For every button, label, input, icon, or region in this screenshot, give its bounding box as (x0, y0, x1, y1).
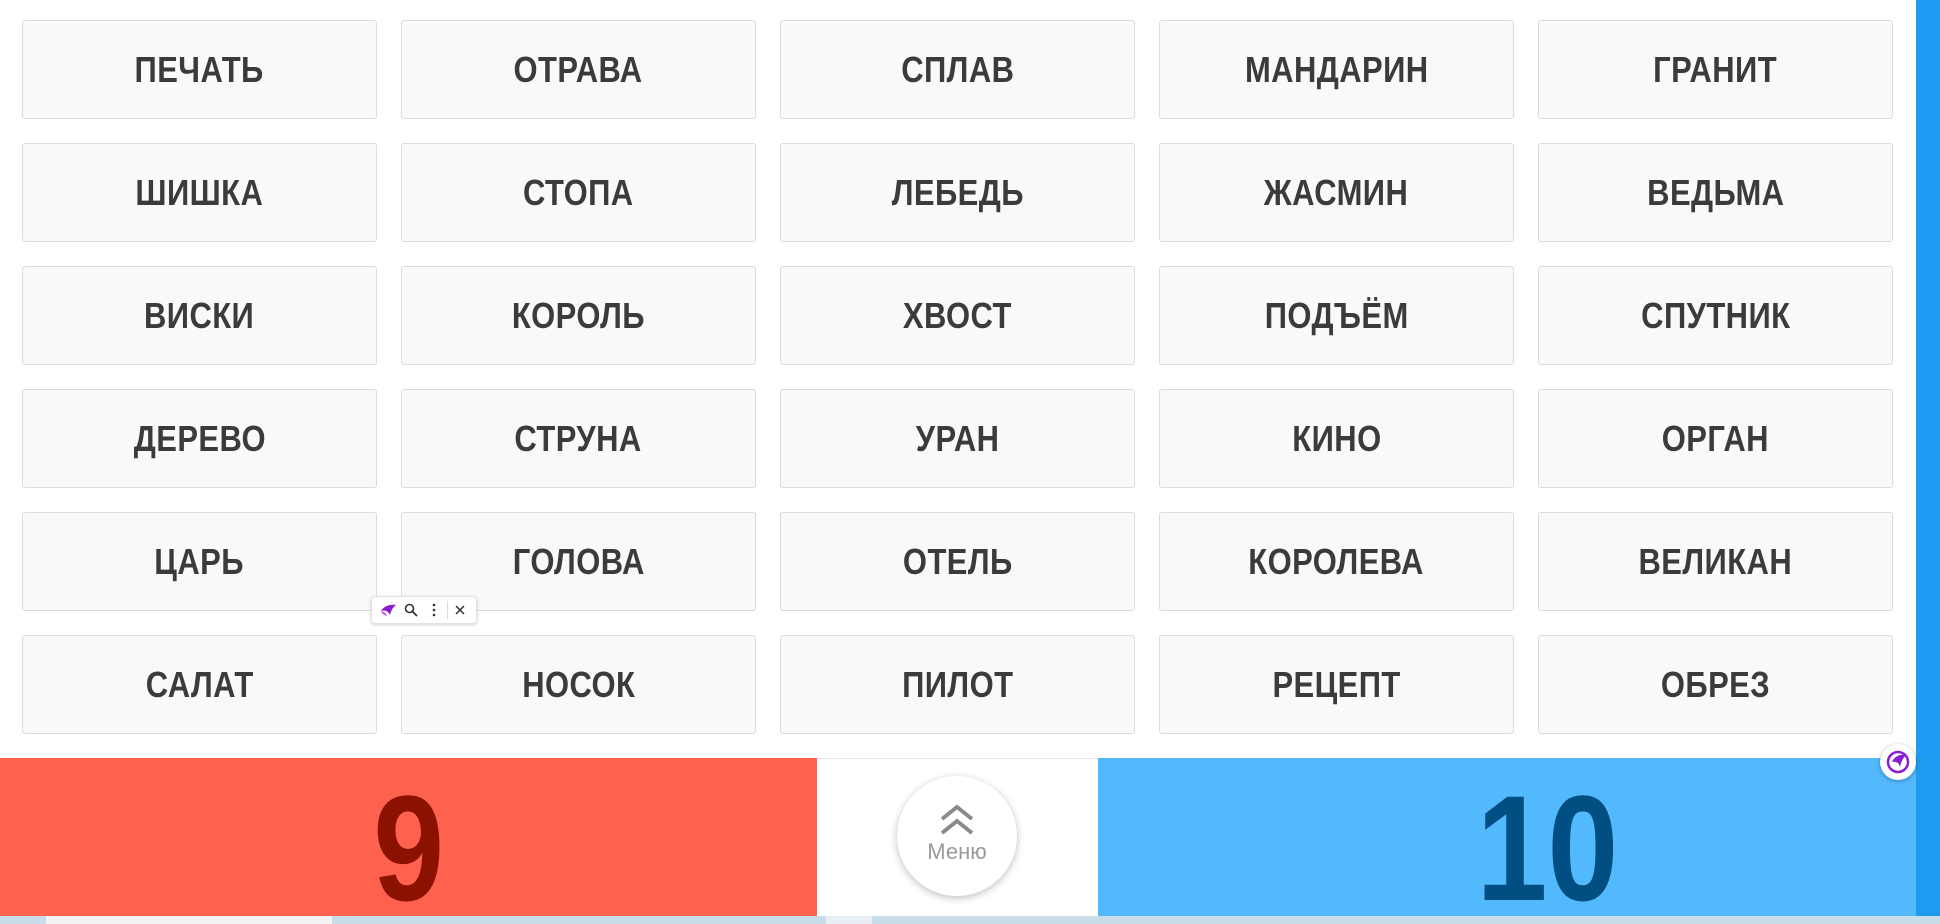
menu-button[interactable]: Меню (897, 776, 1017, 896)
menu-area: Меню (817, 758, 1098, 916)
word-label: ЛЕБЕДЬ (891, 171, 1024, 213)
word-label: ОБРЕЗ (1660, 663, 1771, 705)
word-label: ГРАНИТ (1653, 48, 1778, 90)
word-card[interactable]: ОРГАН (1538, 389, 1893, 488)
word-card[interactable]: КИНО (1159, 389, 1514, 488)
word-label: СТРУНА (514, 417, 643, 459)
word-card[interactable]: ОТРАВА (401, 20, 756, 119)
word-label: ОТЕЛЬ (902, 540, 1013, 582)
word-label: ХВОСТ (903, 294, 1012, 336)
word-card[interactable]: ХВОСТ (780, 266, 1135, 365)
double-chevron-up-icon (940, 804, 974, 835)
score-bar: 9 Меню 10 (0, 758, 1916, 923)
word-label: КОРОЛЕВА (1248, 540, 1425, 582)
word-label: НОСОК (521, 663, 636, 705)
word-card[interactable]: ДЕРЕВО (22, 389, 377, 488)
toolbar-divider (446, 601, 448, 619)
word-card[interactable]: ОБРЕЗ (1538, 635, 1893, 734)
window-right-edge (1916, 0, 1940, 924)
word-card[interactable]: СПУТНИК (1538, 266, 1893, 365)
word-label: СПУТНИК (1640, 294, 1791, 336)
word-label: РЕЦЕПТ (1272, 663, 1401, 705)
word-label: ВЕДЬМА (1646, 171, 1785, 213)
taskbar-item[interactable] (826, 916, 872, 924)
word-label: СПЛАВ (900, 48, 1015, 90)
word-label: ПОДЪЁМ (1264, 294, 1409, 336)
word-card[interactable]: НОСОК (401, 635, 756, 734)
blue-team-panel: 10 (1098, 758, 1916, 923)
word-label: УРАН (915, 417, 1000, 459)
word-label: ПЕЧАТЬ (134, 48, 265, 90)
word-label: ОТРАВА (513, 48, 644, 90)
word-card[interactable]: ЖАСМИН (1159, 143, 1514, 242)
search-icon[interactable] (400, 599, 422, 621)
taskbar (0, 916, 1940, 924)
word-card[interactable]: СТРУНА (401, 389, 756, 488)
close-icon[interactable] (449, 599, 471, 621)
word-label: ВЕЛИКАН (1638, 540, 1793, 582)
menu-label: Меню (927, 839, 987, 864)
game-page: ПЕЧАТЬ ОТРАВА СПЛАВ МАНДАРИН ГРАНИТ ШИШК… (0, 0, 1940, 924)
word-label: САЛАТ (145, 663, 254, 705)
word-card[interactable]: САЛАТ (22, 635, 377, 734)
word-card[interactable]: ВЕДЬМА (1538, 143, 1893, 242)
word-card[interactable]: УРАН (780, 389, 1135, 488)
word-card[interactable]: ПИЛОТ (780, 635, 1135, 734)
extension-bubble-button[interactable] (1880, 744, 1916, 780)
word-label: СТОПА (523, 171, 634, 213)
word-label: КОРОЛЬ (511, 294, 646, 336)
word-card[interactable]: ВЕЛИКАН (1538, 512, 1893, 611)
word-grid: ПЕЧАТЬ ОТРАВА СПЛАВ МАНДАРИН ГРАНИТ ШИШК… (22, 20, 1894, 734)
word-label: ШИШКА (135, 171, 264, 213)
word-label: ОРГАН (1661, 417, 1770, 459)
red-team-score: 9 (373, 764, 444, 924)
word-card[interactable]: ЦАРЬ (22, 512, 377, 611)
word-label: МАНДАРИН (1244, 48, 1429, 90)
word-card[interactable]: МАНДАРИН (1159, 20, 1514, 119)
word-card[interactable]: ВИСКИ (22, 266, 377, 365)
word-card[interactable]: КОРОЛЬ (401, 266, 756, 365)
word-card[interactable]: ГРАНИТ (1538, 20, 1893, 119)
more-vertical-icon[interactable] (423, 599, 445, 621)
word-label: ПИЛОТ (901, 663, 1014, 705)
selection-toolbar (371, 596, 477, 624)
extension-logo-icon (1886, 750, 1910, 774)
word-card[interactable]: ОТЕЛЬ (780, 512, 1135, 611)
word-label: ЖАСМИН (1264, 171, 1409, 213)
taskbar-active-item[interactable] (46, 916, 332, 924)
word-label: ВИСКИ (144, 294, 255, 336)
word-card[interactable]: ЛЕБЕДЬ (780, 143, 1135, 242)
word-card[interactable]: ПОДЪЁМ (1159, 266, 1514, 365)
word-label: ЦАРЬ (154, 540, 245, 582)
word-card[interactable]: КОРОЛЕВА (1159, 512, 1514, 611)
word-card[interactable]: ПЕЧАТЬ (22, 20, 377, 119)
word-card[interactable]: СТОПА (401, 143, 756, 242)
word-card[interactable]: СПЛАВ (780, 20, 1135, 119)
word-label: КИНО (1291, 417, 1382, 459)
red-team-panel: 9 (0, 758, 817, 923)
word-card[interactable]: РЕЦЕПТ (1159, 635, 1514, 734)
extension-logo-icon[interactable] (377, 599, 399, 621)
word-label: ДЕРЕВО (133, 417, 266, 459)
blue-team-score: 10 (1476, 764, 1618, 924)
word-card[interactable]: ШИШКА (22, 143, 377, 242)
word-label: ГОЛОВА (512, 540, 645, 582)
